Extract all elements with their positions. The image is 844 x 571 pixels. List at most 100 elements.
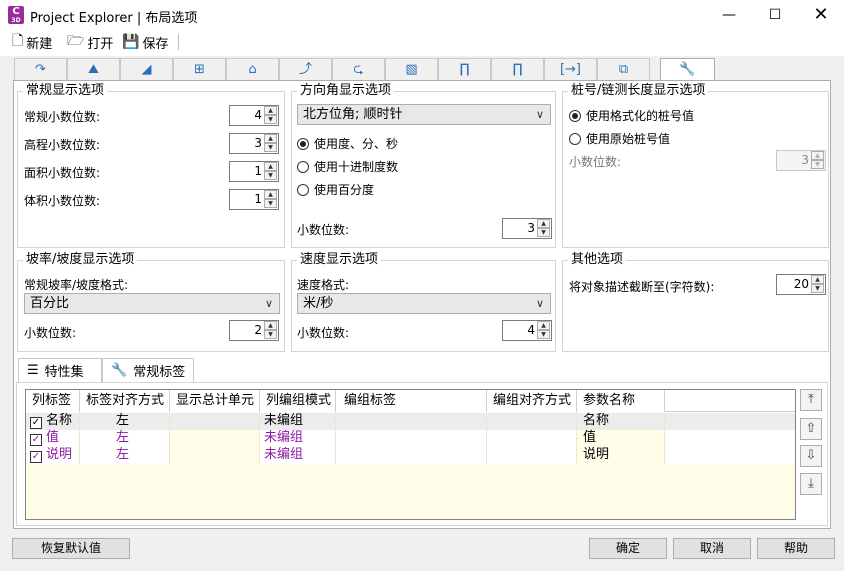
checkbox-checked-icon[interactable]: ✓ — [30, 434, 42, 446]
tab-pier2-icon[interactable]: ∏ — [491, 58, 544, 80]
cell-align[interactable]: 左 — [80, 447, 170, 464]
spin-down-icon[interactable]: ▼ — [264, 330, 277, 339]
cell-label[interactable]: ✓ 值 — [26, 430, 80, 447]
tab-pier-icon[interactable]: ∏ — [438, 58, 491, 80]
move-top-button[interactable]: ⤒ — [800, 389, 822, 411]
close-button[interactable]: ✕ — [798, 0, 844, 30]
spin-up-icon[interactable]: ▲ — [264, 321, 277, 330]
cell-group-align[interactable] — [487, 430, 577, 447]
radio-formatted-station[interactable]: 使用格式化的桩号值 — [569, 107, 694, 124]
spin-down-icon[interactable]: ▼ — [264, 115, 277, 124]
bearing-decimals-spinner[interactable]: 3 ▲ ▼ — [502, 218, 552, 239]
move-up-button[interactable]: ⇧ — [800, 418, 822, 440]
spin-up-icon[interactable]: ▲ — [264, 106, 277, 115]
speed-format-select[interactable]: 米/秒 ∨ — [297, 293, 551, 314]
cell-align[interactable]: 左 — [80, 430, 170, 447]
tab-vehicle-icon[interactable]: ⧉ — [597, 58, 650, 80]
truncate-description-spinner[interactable]: 20 ▲ ▼ — [776, 274, 826, 295]
col-header-group-align[interactable]: 编组对齐方式 — [487, 390, 577, 412]
tab-curve-icon[interactable]: ⤴ — [279, 58, 332, 80]
col-header-param[interactable]: 参数名称 — [577, 390, 665, 412]
tab-intersection-icon[interactable]: ⮎ — [332, 58, 385, 80]
cell-param[interactable]: 说明 — [577, 447, 665, 464]
col-header-total[interactable]: 显示总计单元 — [170, 390, 260, 412]
tab-arrow-icon[interactable]: ↷ — [14, 58, 67, 80]
general-decimals-spinner[interactable]: 4 ▲ ▼ — [229, 105, 279, 126]
tab-bracket-icon[interactable]: [→] — [544, 58, 597, 80]
tab-general-labels[interactable]: 🔧 常规标签 — [102, 358, 194, 382]
spin-up-icon[interactable]: ▲ — [264, 162, 277, 171]
tab-wrench-icon[interactable]: 🔧 — [660, 58, 715, 81]
cell-param[interactable]: 值 — [577, 430, 665, 447]
cell-group-label[interactable] — [336, 430, 487, 447]
spin-down-icon[interactable]: ▼ — [537, 330, 550, 339]
elevation-decimals-spinner[interactable]: 3 ▲ ▼ — [229, 133, 279, 154]
ok-button[interactable]: 确定 — [589, 538, 667, 559]
tab-property-sets[interactable]: ☰ 特性集 — [18, 358, 102, 382]
cell-group-label[interactable] — [336, 447, 487, 464]
cell-group-mode[interactable]: 未编组 — [260, 413, 336, 430]
tab-road-icon[interactable]: ⛰ — [67, 58, 120, 80]
spin-up-icon[interactable]: ▲ — [811, 275, 824, 284]
cell-group-align[interactable] — [487, 447, 577, 464]
col-header-align[interactable]: 标签对齐方式 — [80, 390, 170, 412]
move-down-button[interactable]: ⇩ — [800, 445, 822, 467]
spin-up-icon[interactable]: ▲ — [537, 321, 550, 330]
maximize-button[interactable]: ☐ — [752, 0, 798, 30]
spin-up-icon[interactable]: ▲ — [264, 134, 277, 143]
tab-surface-icon[interactable]: ⌂ — [226, 58, 279, 80]
radio-raw-station-label: 使用原始桩号值 — [586, 132, 671, 146]
spin-down-icon[interactable]: ▼ — [264, 171, 277, 180]
tab-section-icon[interactable]: ⊞ — [173, 58, 226, 80]
cell-group-label[interactable] — [336, 413, 487, 430]
minimize-button[interactable]: — — [706, 0, 752, 30]
volume-decimals-spinner[interactable]: 1 ▲ ▼ — [229, 189, 279, 210]
spin-down-icon[interactable]: ▼ — [811, 160, 824, 169]
station-decimals-spinner[interactable]: 3 ▲ ▼ — [776, 150, 826, 171]
checkbox-checked-icon[interactable]: ✓ — [30, 451, 42, 463]
table-row[interactable]: ✓ 值 左 未编组 值 — [26, 430, 795, 447]
checkbox-checked-icon[interactable]: ✓ — [30, 417, 42, 429]
cell-group-mode[interactable]: 未编组 — [260, 447, 336, 464]
bearing-format-select[interactable]: 北方位角; 顺时针 ∨ — [297, 104, 551, 125]
spin-down-icon[interactable]: ▼ — [264, 143, 277, 152]
tab-road-curve-icon[interactable]: ◢ — [120, 58, 173, 80]
speed-decimals-spinner[interactable]: 4 ▲ ▼ — [502, 320, 552, 341]
save-button[interactable]: 💾 保存 — [122, 33, 168, 52]
table-row[interactable]: ✓ 说明 左 未编组 说明 — [26, 447, 795, 464]
cell-group-mode[interactable]: 未编组 — [260, 430, 336, 447]
property-grid[interactable]: 列标签 标签对齐方式 显示总计单元 列编组模式 编组标签 编组对齐方式 参数名称… — [25, 389, 796, 520]
help-button[interactable]: 帮助 — [757, 538, 835, 559]
open-button[interactable]: 🗁 打开 — [67, 33, 113, 52]
spin-down-icon[interactable]: ▼ — [264, 199, 277, 208]
cell-label[interactable]: ✓ 说明 — [26, 447, 80, 464]
move-bottom-button[interactable]: ⤓ — [800, 473, 822, 495]
cell-align[interactable]: 左 — [80, 413, 170, 430]
cell-group-align[interactable] — [487, 413, 577, 430]
col-header-label[interactable]: 列标签 — [26, 390, 80, 412]
spin-up-icon[interactable]: ▲ — [537, 219, 550, 228]
spin-up-icon[interactable]: ▲ — [811, 151, 824, 160]
new-button[interactable]: 🗋 新建 — [12, 33, 52, 52]
table-row[interactable]: ✓ 名称 左 未编组 名称 — [26, 413, 795, 430]
spin-down-icon[interactable]: ▼ — [537, 228, 550, 237]
spin-up-icon[interactable]: ▲ — [264, 190, 277, 199]
slope-format-select[interactable]: 百分比 ∨ — [24, 293, 280, 314]
slope-decimals-spinner[interactable]: 2 ▲ ▼ — [229, 320, 279, 341]
cell-label[interactable]: ✓ 名称 — [26, 413, 80, 430]
radio-decimal-degrees[interactable]: 使用十进制度数 — [297, 158, 398, 175]
radio-dms[interactable]: 使用度、分、秒 — [297, 135, 398, 152]
cell-param[interactable]: 名称 — [577, 413, 665, 430]
tab-map-icon[interactable]: ▧ — [385, 58, 438, 80]
reset-defaults-button[interactable]: 恢复默认值 — [12, 538, 130, 559]
cell-total[interactable] — [170, 413, 260, 430]
radio-raw-station[interactable]: 使用原始桩号值 — [569, 130, 670, 147]
cell-total[interactable] — [170, 430, 260, 447]
cancel-button[interactable]: 取消 — [673, 538, 751, 559]
area-decimals-spinner[interactable]: 1 ▲ ▼ — [229, 161, 279, 182]
col-header-group-label[interactable]: 编组标签 — [336, 390, 487, 412]
spin-down-icon[interactable]: ▼ — [811, 284, 824, 293]
radio-grads[interactable]: 使用百分度 — [297, 181, 374, 198]
cell-total[interactable] — [170, 447, 260, 464]
col-header-group-mode[interactable]: 列编组模式 — [260, 390, 336, 412]
